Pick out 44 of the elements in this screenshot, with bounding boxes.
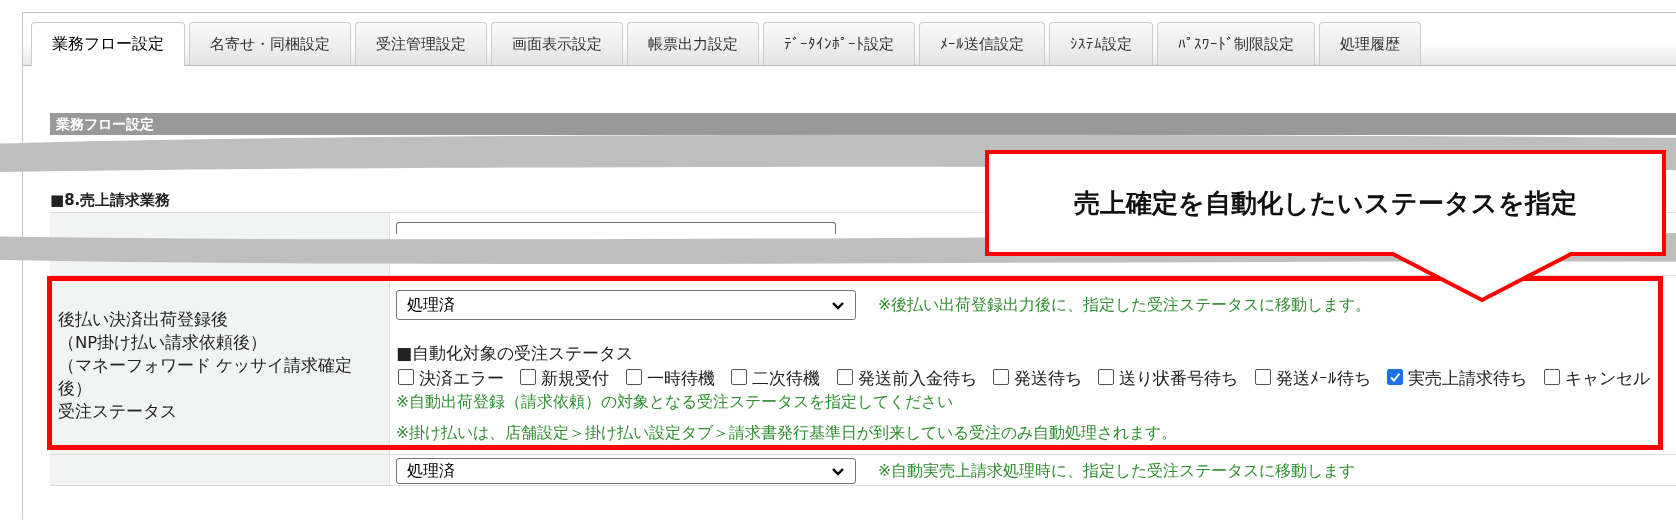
checkbox-label: 送り状番号待ち: [1119, 368, 1239, 388]
checkbox[interactable]: [1387, 369, 1404, 385]
checkbox[interactable]: [993, 369, 1010, 385]
checkbox[interactable]: [520, 369, 537, 385]
tab[interactable]: 処理履歴: [1319, 22, 1421, 65]
checkbox-label: 発送ﾒｰﾙ待ち: [1275, 368, 1371, 388]
checkbox-label: 新規受付: [541, 368, 610, 388]
tab[interactable]: ﾃﾞｰﾀｲﾝﾎﾟｰﾄ設定: [763, 22, 915, 65]
checkbox-label: 二次待機: [752, 368, 821, 388]
section-header: 業務フロー設定: [50, 113, 1676, 135]
checkbox-label: 決済エラー: [419, 368, 504, 388]
checkbox[interactable]: [1098, 369, 1115, 385]
help-text: ※後払い出荷登録出力後に、指定した受注ステータスに移動します。: [878, 294, 1371, 316]
dropdown[interactable]: [396, 222, 836, 234]
checkbox[interactable]: [398, 369, 414, 385]
callout-text: 売上確定を自動化したいステータスを指定: [1074, 186, 1577, 220]
checkbox[interactable]: [836, 369, 853, 385]
chevron-down-icon: [831, 466, 845, 476]
tab[interactable]: 受注管理設定: [355, 22, 487, 65]
section-title: ■8.売上請求業務: [50, 190, 171, 211]
help-text: ※自動実売上請求処理時に、指定した受注ステータスに移動します: [878, 460, 1355, 482]
chevron-down-icon: [831, 300, 845, 310]
tab[interactable]: ﾒｰﾙ送信設定: [919, 22, 1045, 65]
tab[interactable]: ｼｽﾃﾑ設定: [1049, 22, 1153, 65]
help-text: ※掛け払いは、店舗設定＞掛け払い設定タブ＞請求書発行基準日が到来している受注のみ自動処理されます。: [396, 423, 1178, 444]
tab[interactable]: 名寄せ・同梱設定: [189, 22, 351, 65]
checkbox[interactable]: [1254, 369, 1271, 385]
tab[interactable]: 業務フロー設定: [31, 22, 185, 66]
tab[interactable]: ﾊﾟｽﾜｰﾄﾞ制限設定: [1157, 22, 1315, 65]
checkbox-label: キャンセル: [1564, 368, 1650, 388]
checkbox-label: 一時待機: [646, 368, 715, 388]
tab[interactable]: 画面表示設定: [491, 22, 623, 65]
checkbox-label: 実売上請求待ち: [1408, 368, 1528, 388]
checkbox[interactable]: [625, 369, 642, 385]
help-text: ※自動出荷登録（請求依頼）の対象となる受注ステータスを指定してください: [396, 392, 954, 413]
checkbox-label: 発送前入金待ち: [857, 368, 977, 388]
dropdown[interactable]: 処理済: [396, 290, 856, 320]
subheading: ■自動化対象の受注ステータス: [396, 342, 635, 365]
tab[interactable]: 帳票出力設定: [627, 22, 759, 65]
checkbox[interactable]: [1543, 369, 1560, 385]
field-label: 後払い決済出荷登録後 （NP掛け払い請求依頼後） （マネーフォワード ケッサイ請求確定後） 受注ステータス: [58, 308, 354, 423]
checkbox-label: 発送待ち: [1014, 368, 1083, 388]
checkbox[interactable]: [731, 369, 748, 385]
dropdown[interactable]: 処理済: [396, 458, 856, 484]
